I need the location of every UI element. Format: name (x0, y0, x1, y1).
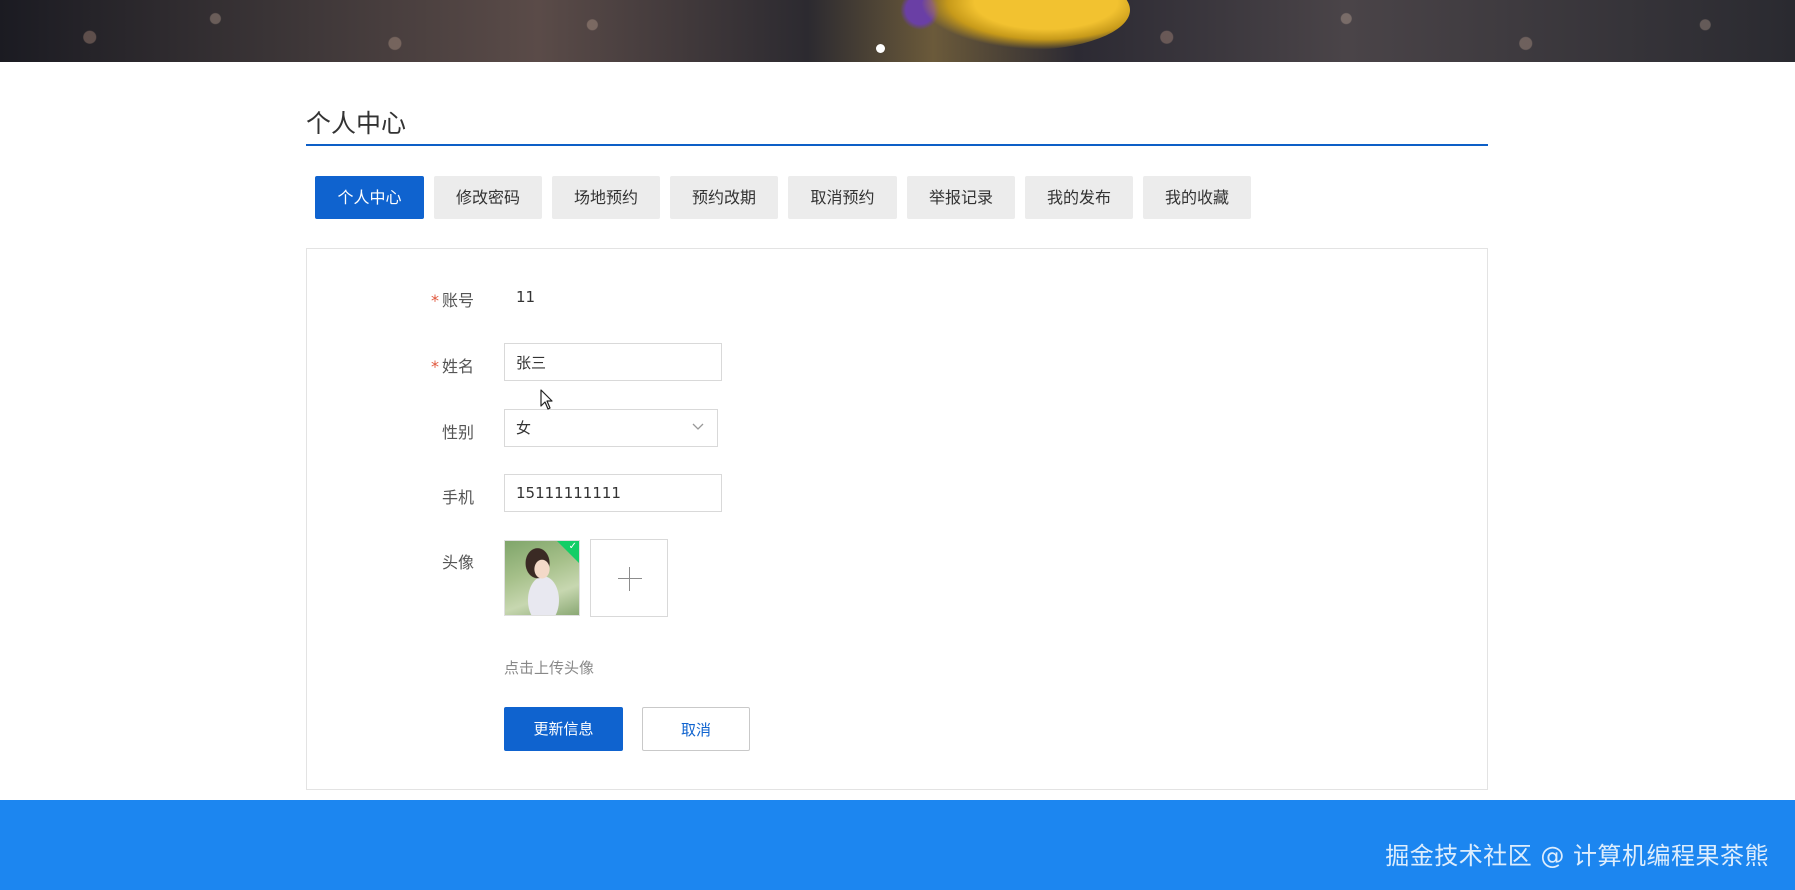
tab-personal-center[interactable]: 个人中心 (315, 176, 424, 219)
account-value: 11 (516, 288, 536, 306)
avatar-upload-hint: 点击上传头像 (504, 659, 595, 677)
top-banner (0, 0, 1795, 62)
name-label: * 姓名 (430, 357, 474, 376)
title-divider (306, 144, 1488, 146)
cancel-button[interactable]: 取消 (642, 707, 750, 751)
avatar-label: 头像 (441, 553, 474, 572)
account-label: * 账号 (430, 291, 474, 310)
tab-reschedule[interactable]: 预约改期 (670, 176, 778, 219)
banner-crowd-image (0, 0, 1795, 62)
check-icon: ✓ (568, 541, 577, 552)
gender-label: 性别 (441, 423, 474, 442)
plus-icon (618, 578, 642, 579)
page-title: 个人中心 (306, 109, 407, 138)
phone-label: 手机 (441, 488, 474, 507)
profile-form-panel: *账号 11 *姓名 性别 女 手机 头像 ✓ 点击上传头像 更新信息 取消 (306, 248, 1488, 790)
tab-cancel-booking[interactable]: 取消预约 (788, 176, 897, 219)
tab-my-posts[interactable]: 我的发布 (1025, 176, 1133, 219)
gender-select-value: 女 (516, 419, 532, 437)
phone-input[interactable] (504, 474, 722, 512)
tab-venue-booking[interactable]: 场地预约 (552, 176, 660, 219)
mouse-pointer-icon (540, 389, 553, 410)
name-input[interactable] (504, 343, 722, 381)
tab-my-favorites[interactable]: 我的收藏 (1143, 176, 1251, 219)
required-mark: * (430, 357, 439, 376)
chevron-down-icon (692, 423, 704, 430)
update-info-button[interactable]: 更新信息 (504, 707, 623, 751)
tab-change-password[interactable]: 修改密码 (434, 176, 542, 219)
gender-select[interactable]: 女 (504, 409, 718, 447)
required-mark: * (430, 291, 439, 310)
avatar-upload-button[interactable] (590, 539, 668, 617)
tab-report-records[interactable]: 举报记录 (907, 176, 1015, 219)
carousel-indicator-dot[interactable] (876, 44, 885, 53)
watermark-text: 掘金技术社区 @ 计算机编程果茶熊 (1385, 842, 1769, 870)
avatar-thumbnail[interactable]: ✓ (504, 540, 580, 616)
